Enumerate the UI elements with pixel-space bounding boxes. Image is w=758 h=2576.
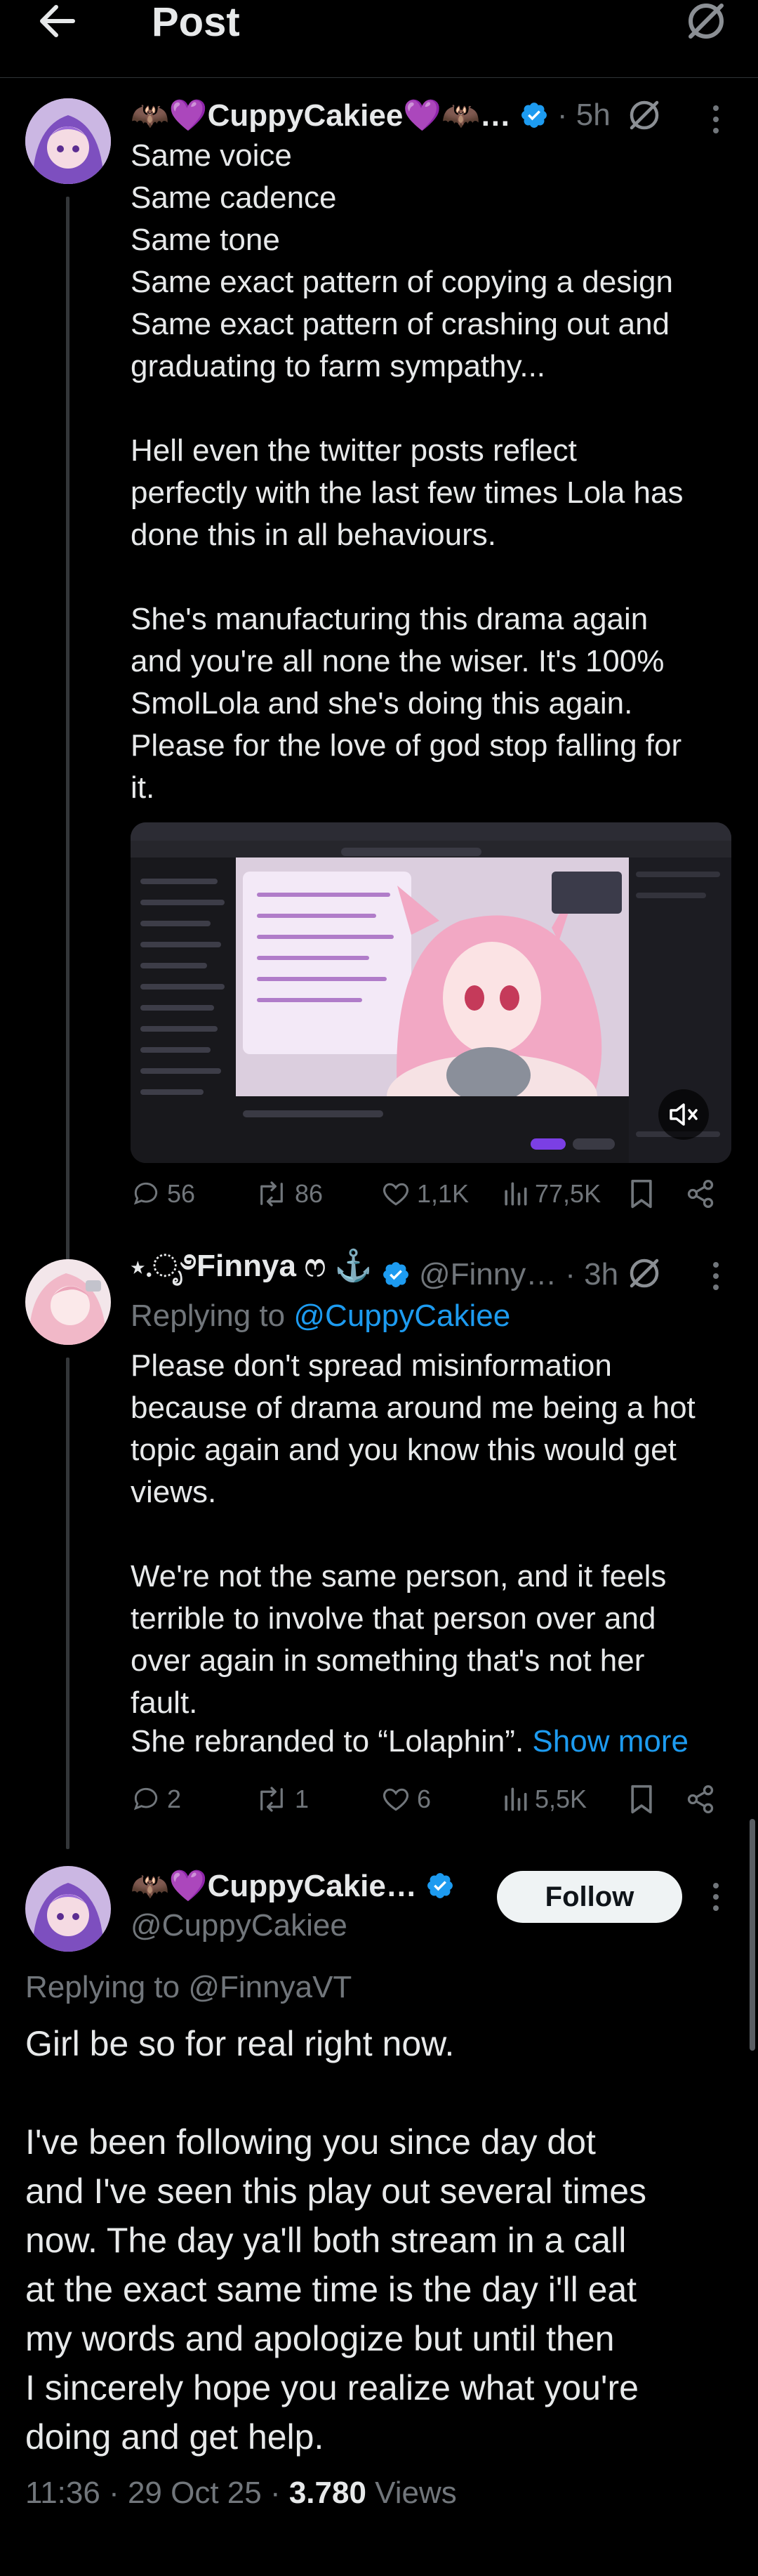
page-title: Post: [152, 0, 240, 45]
share-button[interactable]: [685, 1784, 716, 1815]
reply-button[interactable]: 56: [131, 1178, 195, 1209]
show-more-link[interactable]: Show more: [532, 1724, 689, 1759]
verified-badge-icon: [521, 103, 547, 128]
grok-button[interactable]: [626, 97, 663, 133]
share-icon: [687, 1180, 714, 1208]
post-text-last-line: She rebranded to “Lolaphin”.: [131, 1724, 524, 1759]
post-text: Girl be so for real right now. I've been…: [25, 2024, 647, 2457]
heart-icon: [383, 1788, 409, 1811]
post-text: Please don't spread misinformation becau…: [131, 1348, 696, 1720]
avatar[interactable]: [25, 1866, 111, 1952]
reply-button[interactable]: 2: [131, 1784, 181, 1815]
analytics-icon: [505, 1787, 527, 1811]
views-label: Views: [366, 2476, 457, 2510]
bookmark-button[interactable]: [627, 1784, 656, 1815]
bookmark-button[interactable]: [627, 1178, 656, 1209]
replying-to[interactable]: Replying to @FinnyaVT: [25, 1970, 352, 2005]
replying-label: Replying to: [131, 1299, 286, 1333]
share-button[interactable]: [685, 1178, 716, 1209]
repost-button[interactable]: 1: [254, 1784, 309, 1815]
follow-button[interactable]: Follow: [497, 1871, 682, 1923]
avatar[interactable]: [25, 1259, 111, 1345]
views-count: 5,5K: [535, 1785, 587, 1813]
volume-muted-icon: [670, 1103, 698, 1126]
repost-icon: [260, 1787, 283, 1812]
replying-to: Replying to @CuppyCakiee: [131, 1299, 510, 1334]
reply-icon: [133, 1182, 158, 1205]
repost-count: 86: [295, 1179, 324, 1208]
thread-line: [66, 1358, 69, 1849]
scrollbar-thumb[interactable]: [750, 1819, 755, 2051]
display-name[interactable]: 🦇💜CuppyCakiee💜🦇…: [131, 97, 511, 133]
grok-icon: [630, 1259, 659, 1288]
post-1[interactable]: 🦇💜CuppyCakiee💜🦇… · 5h Same voice Same ca…: [0, 77, 758, 1320]
grok-button[interactable]: [685, 0, 727, 42]
user-handle[interactable]: @Finny…: [419, 1257, 557, 1292]
timestamp-date[interactable]: 11:36 · 29 Oct 25 ·: [25, 2476, 289, 2510]
video-thumbnail[interactable]: [131, 822, 731, 1163]
back-button[interactable]: [36, 1, 83, 41]
views-button[interactable]: 77,5K: [501, 1178, 601, 1209]
more-vertical-icon: [713, 105, 719, 133]
reply-icon: [133, 1787, 158, 1811]
repost-icon: [260, 1181, 283, 1207]
post-text: Same voice Same cadence Same tone Same e…: [131, 138, 684, 805]
reply-count: 2: [167, 1785, 182, 1813]
header-bar: Post: [0, 0, 758, 78]
heart-icon: [383, 1183, 409, 1206]
like-button[interactable]: 6: [380, 1784, 431, 1815]
post-timestamp: 11:36 · 29 Oct 25 · 3.780 Views: [25, 2476, 457, 2511]
views-button[interactable]: 5,5K: [501, 1784, 587, 1815]
views-count: 3.780: [288, 2476, 366, 2510]
back-arrow-icon: [40, 5, 75, 37]
repost-button[interactable]: 86: [254, 1178, 323, 1209]
grok-icon: [689, 4, 724, 39]
repost-count: 1: [295, 1785, 310, 1813]
more-options-button[interactable]: [705, 1880, 726, 1914]
more-vertical-icon: [713, 1883, 719, 1911]
views-count: 77,5K: [535, 1179, 601, 1208]
reply-count: 56: [167, 1179, 196, 1208]
action-bar: 56 86 1,1K 77,5K: [131, 1178, 734, 1214]
replying-handle-link[interactable]: @CuppyCakiee: [293, 1299, 510, 1333]
thread-line: [66, 197, 69, 1320]
more-options-button[interactable]: [705, 103, 726, 136]
post-time[interactable]: · 5h: [557, 98, 611, 133]
share-icon: [687, 1785, 714, 1813]
post-time[interactable]: · 3h: [565, 1257, 618, 1292]
post-2[interactable]: ⋆.ೃ࿔Finnya ෆ ⚓ @Finny… · 3h Replying to …: [0, 1240, 758, 1849]
display-name[interactable]: 🦇💜CuppyCakie…: [131, 1867, 417, 1904]
like-count: 1,1K: [417, 1179, 470, 1208]
mute-button[interactable]: [658, 1089, 709, 1140]
verified-badge-icon: [427, 1873, 453, 1898]
action-bar: 2 1 6 5,5K: [131, 1784, 734, 1819]
verified-badge-icon: [383, 1262, 408, 1287]
analytics-icon: [505, 1182, 527, 1206]
bookmark-icon: [631, 1785, 652, 1814]
more-options-button[interactable]: [705, 1259, 726, 1293]
like-button[interactable]: 1,1K: [380, 1178, 469, 1209]
user-handle[interactable]: @CuppyCakiee: [131, 1908, 347, 1943]
bookmark-icon: [631, 1179, 652, 1209]
grok-button[interactable]: [626, 1255, 663, 1292]
more-vertical-icon: [713, 1262, 719, 1290]
like-count: 6: [417, 1785, 432, 1813]
grok-icon: [630, 100, 659, 130]
post-3-focused: 🦇💜CuppyCakie… @CuppyCakiee Follow Replyi…: [0, 1836, 758, 2576]
avatar[interactable]: [25, 98, 111, 184]
